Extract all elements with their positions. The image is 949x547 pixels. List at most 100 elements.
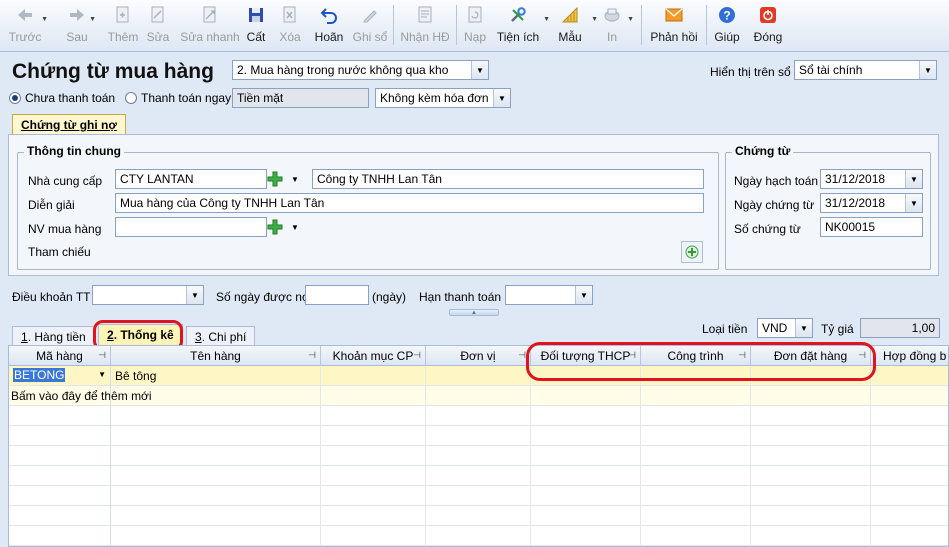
row-cell-spacer xyxy=(321,386,426,406)
utilities-button[interactable]: Tiện ích ▼ xyxy=(496,0,550,48)
cell-cost-object[interactable] xyxy=(531,366,641,386)
col-header-order[interactable]: Đơn đặt hàng ⊣ xyxy=(751,346,871,366)
add-button[interactable]: Thêm xyxy=(106,0,140,48)
chevron-down-icon[interactable]: ▼ xyxy=(493,89,510,107)
radio-paid-now[interactable]: Thanh toán ngay xyxy=(125,91,231,105)
tab-statistics[interactable]: 2. Thống kê xyxy=(98,324,183,346)
buyer-field[interactable] xyxy=(115,217,267,237)
cell-contract[interactable] xyxy=(871,366,948,386)
cell-order[interactable] xyxy=(751,366,871,386)
items-grid: Mã hàng ⊣ Tên hàng ⊣ Khoản mục CP ⊣ Đơn vị ⊣… xyxy=(8,345,949,547)
table-row[interactable]: BETONG ▼ Bê tông xyxy=(9,366,948,386)
chevron-down-icon[interactable]: ▼ xyxy=(98,370,106,379)
pin-icon[interactable]: ⊣ xyxy=(413,350,421,361)
edit-button[interactable]: Sửa xyxy=(145,0,171,48)
empty-row xyxy=(9,506,948,526)
doc-date-field[interactable]: 31/12/2018 ▼ xyxy=(820,193,923,213)
col-header-contract[interactable]: Hợp đồng b xyxy=(871,346,948,366)
voucher-type-select[interactable]: 2. Mua hàng trong nước không qua kho ▼ xyxy=(232,60,489,80)
quick-edit-button[interactable]: Sửa nhanh xyxy=(180,0,240,48)
help-button[interactable]: ? Giúp xyxy=(712,0,742,48)
col-divider xyxy=(320,406,321,546)
empty-row xyxy=(9,486,948,506)
chevron-down-icon[interactable]: ▼ xyxy=(591,16,598,23)
undo-button[interactable]: Hoãn xyxy=(314,0,344,48)
payment-terms-select[interactable]: ▼ xyxy=(92,285,204,305)
pin-icon[interactable]: ⊣ xyxy=(738,350,746,361)
template-button[interactable]: Mẫu ▼ xyxy=(556,0,598,48)
chevron-down-icon[interactable]: ▼ xyxy=(575,286,592,304)
tab-expenses[interactable]: 3. Chi phí xyxy=(186,326,256,346)
chevron-down-icon[interactable]: ▼ xyxy=(471,61,488,79)
feedback-button[interactable]: Phản hồi xyxy=(647,0,701,48)
cell-name[interactable]: Bê tông xyxy=(111,366,321,386)
pin-icon[interactable]: ⊣ xyxy=(308,350,316,361)
pin-icon[interactable]: ⊣ xyxy=(858,350,866,361)
add-buyer-icon[interactable] xyxy=(266,218,284,236)
print-button[interactable]: In ▼ xyxy=(602,0,634,48)
delete-document-icon xyxy=(279,4,301,26)
col-header-expense-item[interactable]: Khoản mục CP ⊣ xyxy=(321,346,426,366)
due-date-field[interactable]: ▼ xyxy=(505,285,593,305)
arrow-left-icon xyxy=(14,4,36,26)
chevron-down-icon[interactable]: ▼ xyxy=(41,16,48,23)
receive-invoice-button[interactable]: Nhận HĐ xyxy=(399,0,451,48)
next-button[interactable]: Sau ▼ xyxy=(60,0,96,48)
tab-debit-voucher[interactable]: Chứng từ ghi nợ xyxy=(12,114,126,135)
general-info-title: Thông tin chung xyxy=(24,144,124,158)
chevron-down-icon[interactable]: ▼ xyxy=(795,319,812,337)
close-button[interactable]: Đóng xyxy=(752,0,784,48)
empty-row xyxy=(9,426,948,446)
chevron-down-icon[interactable]: ▼ xyxy=(919,61,936,79)
save-button[interactable]: Cất xyxy=(245,0,267,48)
chevron-down-icon[interactable]: ▼ xyxy=(543,16,550,23)
currency-select[interactable]: VND ▼ xyxy=(757,318,813,338)
toolbar-divider xyxy=(456,5,457,45)
col-header-unit[interactable]: Đơn vị ⊣ xyxy=(426,346,531,366)
add-supplier-icon[interactable] xyxy=(266,170,284,188)
add-new-row[interactable]: Bấm vào đây để thêm mới xyxy=(9,386,948,406)
chevron-down-icon[interactable]: ▼ xyxy=(288,170,302,188)
chevron-down-icon[interactable]: ▼ xyxy=(89,16,96,23)
doc-no-field[interactable]: NK00015 xyxy=(820,217,923,237)
radio-unpaid[interactable]: Chưa thanh toán xyxy=(9,91,115,105)
chevron-down-icon[interactable]: ▼ xyxy=(288,218,302,236)
display-on-book-value: Sổ tài chính xyxy=(799,63,863,77)
exchange-rate-field[interactable]: 1,00 xyxy=(860,318,940,338)
cell-project[interactable] xyxy=(641,366,751,386)
chevron-down-icon[interactable]: ▼ xyxy=(627,16,634,23)
chevron-down-icon[interactable]: ▼ xyxy=(905,170,922,188)
post-date-field[interactable]: 31/12/2018 ▼ xyxy=(820,169,923,189)
prev-button[interactable]: Trước ▼ xyxy=(4,0,48,48)
page-title: Chứng từ mua hàng xyxy=(12,60,214,83)
col-header-cost-object[interactable]: Đối tượng THCP ⊣ xyxy=(531,346,641,366)
invoice-select[interactable]: Không kèm hóa đơn ▼ xyxy=(375,88,511,108)
col-header-name[interactable]: Tên hàng ⊣ xyxy=(111,346,321,366)
collapse-handle[interactable]: ▲ xyxy=(449,309,499,316)
credit-days-field[interactable] xyxy=(305,285,369,305)
add-reference-icon[interactable] xyxy=(681,241,703,263)
cell-unit[interactable] xyxy=(426,366,531,386)
delete-button[interactable]: Xóa xyxy=(279,0,301,48)
tab-goods-money[interactable]: 1. Hàng tiền xyxy=(12,326,95,346)
col-header-code[interactable]: Mã hàng ⊣ xyxy=(9,346,111,366)
post-button[interactable]: Ghi sổ xyxy=(352,0,388,48)
payment-method-field[interactable]: Tiền mặt xyxy=(232,88,369,108)
chevron-down-icon[interactable]: ▼ xyxy=(905,194,922,212)
display-on-book-select[interactable]: Sổ tài chính ▼ xyxy=(794,60,937,80)
cell-expense-item[interactable] xyxy=(321,366,426,386)
reload-button[interactable]: Nạp xyxy=(462,0,488,48)
description-field[interactable]: Mua hàng của Công ty TNHH Lan Tân xyxy=(115,193,704,213)
pin-icon[interactable]: ⊣ xyxy=(518,350,526,361)
toolbar-divider xyxy=(641,5,642,45)
supplier-name-field[interactable]: Công ty TNHH Lan Tân xyxy=(312,169,704,189)
chevron-down-icon[interactable]: ▼ xyxy=(186,286,203,304)
col-header-project[interactable]: Công trình ⊣ xyxy=(641,346,751,366)
toolbar-divider xyxy=(706,5,707,45)
code-value: BETONG xyxy=(13,368,66,382)
cell-code[interactable]: BETONG ▼ xyxy=(9,366,111,386)
pin-icon[interactable]: ⊣ xyxy=(628,350,636,361)
pin-icon[interactable]: ⊣ xyxy=(98,350,106,361)
post-date-label: Ngày hạch toán xyxy=(734,174,819,188)
supplier-code-field[interactable]: CTY LANTAN xyxy=(115,169,267,189)
